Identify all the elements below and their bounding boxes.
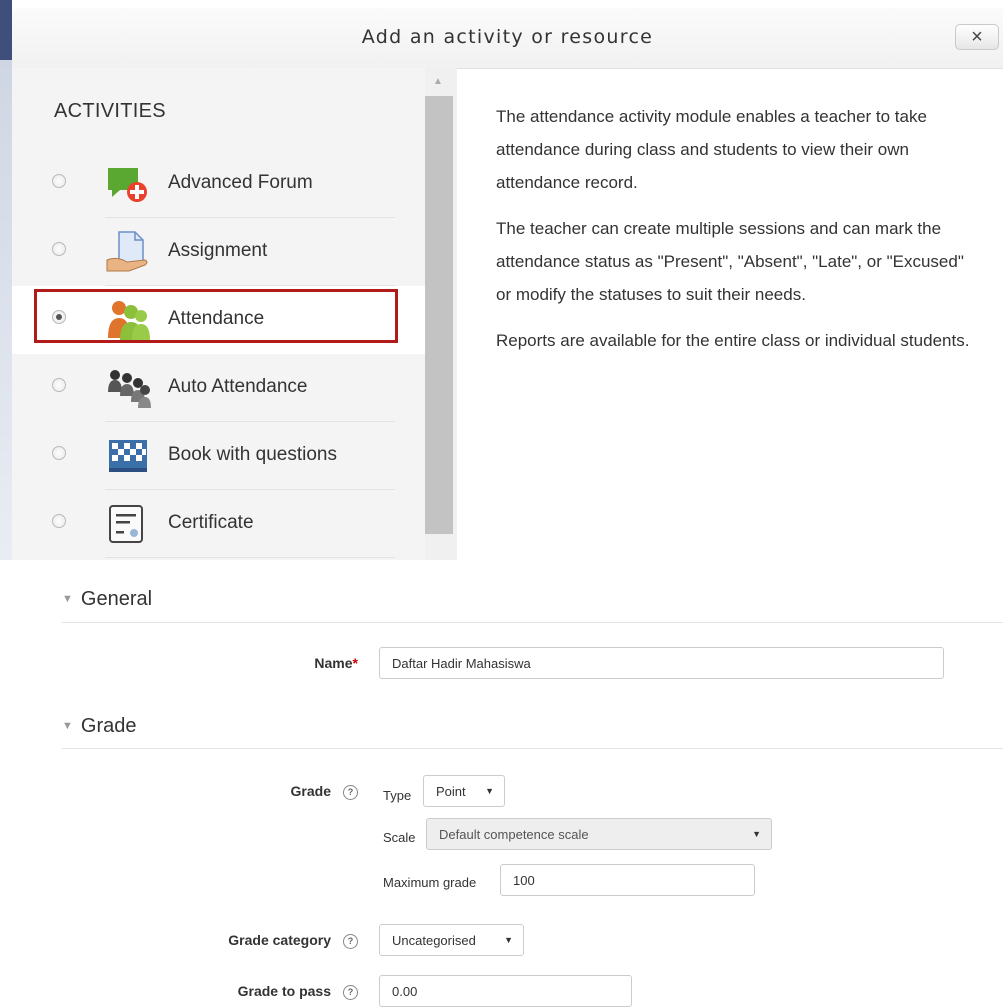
scale-value: Default competence scale (439, 826, 589, 842)
grade-type-select[interactable]: Point ▼ (423, 775, 505, 807)
option-radio[interactable] (52, 446, 66, 460)
dropdown-arrow-icon: ▼ (752, 829, 761, 839)
activity-options-list: ACTIVITIES Advanced Forum Assignment Att… (12, 68, 457, 560)
scrollbar-thumb[interactable] (425, 96, 453, 534)
fieldset-toggle-grade[interactable]: ▼ Grade (62, 715, 136, 738)
grade-category-label-text: Grade category (228, 932, 331, 948)
maximum-grade-label: Maximum grade (383, 875, 477, 890)
auto-attendance-icon (105, 366, 151, 410)
option-certificate[interactable]: Certificate (12, 490, 425, 558)
option-label: Book with questions (168, 444, 337, 465)
background-page-edge (0, 0, 12, 560)
maximum-grade-value: 100 (513, 872, 535, 888)
scale-select[interactable]: Default competence scale ▼ (426, 818, 772, 850)
fieldset-legend-label: General (80, 588, 153, 610)
name-label: Name* (314, 655, 358, 671)
grade-to-pass-label-text: Grade to pass (237, 983, 331, 999)
grade-category-label: Grade category? (228, 932, 358, 949)
section-heading-activities: ACTIVITIES (54, 100, 166, 122)
grade-to-pass-value: 0.00 (392, 983, 418, 999)
grade-category-select[interactable]: Uncategorised ▼ (379, 924, 524, 956)
name-input[interactable]: Daftar Hadir Mahasiswa (379, 647, 944, 679)
options-scrollbar[interactable]: ▲ (425, 68, 457, 560)
option-label: Assignment (168, 240, 268, 261)
dialog-title: Add an activity or resource (361, 26, 654, 48)
grade-type-value: Point (436, 783, 466, 799)
option-radio[interactable] (52, 174, 66, 188)
fieldset-divider (62, 748, 1003, 749)
dropdown-arrow-icon: ▼ (504, 935, 513, 945)
collapse-caret-icon: ▼ (62, 593, 73, 605)
description-paragraph: The teacher can create multiple sessions… (496, 219, 964, 304)
scale-label: Scale (383, 830, 416, 845)
option-divider (105, 557, 395, 558)
description-paragraph: The attendance activity module enables a… (496, 107, 927, 192)
assignment-icon (105, 230, 151, 274)
grade-to-pass-input[interactable]: 0.00 (379, 975, 632, 1007)
advanced-forum-icon (105, 162, 151, 206)
selected-highlight-box (34, 289, 398, 343)
option-radio[interactable] (52, 242, 66, 256)
fieldset-legend-label: Grade (80, 715, 137, 737)
scroll-up-arrow-icon[interactable]: ▲ (433, 76, 443, 87)
option-radio[interactable] (52, 514, 66, 528)
help-icon[interactable]: ? (343, 985, 358, 1000)
fieldset-toggle-general[interactable]: ▼ General (62, 588, 152, 611)
help-icon[interactable]: ? (343, 934, 358, 949)
certificate-icon (105, 502, 151, 546)
option-auto-attendance[interactable]: Auto Attendance (12, 354, 425, 422)
activity-chooser-dialog: Add an activity or resource × ACTIVITIES… (12, 0, 1003, 570)
option-label: Auto Attendance (168, 376, 308, 397)
grade-to-pass-label: Grade to pass? (238, 983, 358, 1000)
option-label: Advanced Forum (168, 172, 313, 193)
option-assignment[interactable]: Assignment (12, 218, 425, 286)
close-button[interactable]: × (955, 24, 999, 50)
name-label-text: Name (314, 655, 353, 671)
description-paragraph: Reports are available for the entire cla… (496, 331, 970, 350)
name-input-value: Daftar Hadir Mahasiswa (392, 655, 531, 671)
grade-label: Grade? (291, 783, 358, 800)
option-radio[interactable] (52, 378, 66, 392)
type-label: Type (383, 788, 412, 803)
required-asterisk: * (352, 655, 358, 671)
book-with-questions-icon (105, 434, 151, 478)
grade-category-value: Uncategorised (392, 932, 476, 948)
dialog-header: Add an activity or resource × (12, 8, 1003, 69)
dropdown-arrow-icon: ▼ (485, 786, 494, 796)
fieldset-divider (62, 622, 1003, 623)
option-book-with-questions[interactable]: Book with questions (12, 422, 425, 490)
help-icon[interactable]: ? (343, 785, 358, 800)
maximum-grade-input[interactable]: 100 (500, 864, 755, 896)
grade-label-text: Grade (290, 783, 331, 799)
activity-description: The attendance activity module enables a… (496, 100, 971, 370)
option-label: Certificate (168, 512, 254, 533)
option-advanced-forum[interactable]: Advanced Forum (12, 150, 425, 218)
collapse-caret-icon: ▼ (62, 720, 73, 732)
close-icon: × (971, 25, 983, 48)
